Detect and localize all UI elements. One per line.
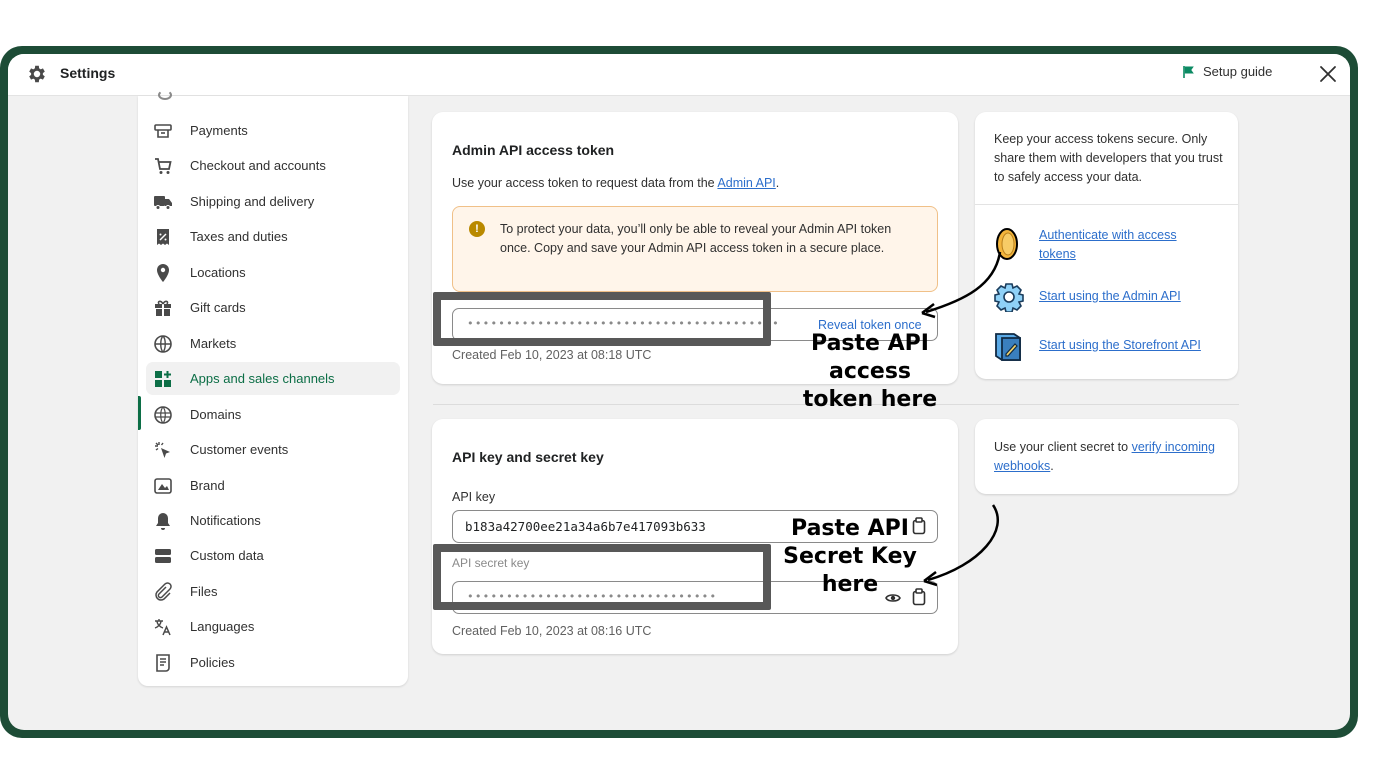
cursor-click-icon [152,439,174,461]
secret-annotation: Paste API Secret Key here [783,516,917,597]
paperclip-icon [152,581,174,603]
truck-icon [152,191,174,213]
globe-icon [152,333,174,355]
cart-icon [152,155,174,177]
brand-icon [152,475,174,497]
token-annotation: Paste API access token here [802,331,938,412]
token-created-text: Created Feb 10, 2023 at 08:18 UTC [452,348,652,362]
sidebar-item-label: Gift cards [190,300,246,315]
close-icon[interactable] [1316,62,1340,86]
custom-data-icon [152,545,174,567]
sidebar-item-gift-cards[interactable]: Gift cards [146,291,400,324]
secret-help-card: Use your client secret to verify incomin… [975,419,1238,494]
sidebar-item-label: Checkout and accounts [190,158,326,173]
policy-icon [152,652,174,674]
sidebar-item-label: Markets [190,336,237,351]
token-warning-banner: ! To protect your data, you’ll only be a… [452,206,938,292]
sidebar-item-label: Customer events [190,442,289,457]
admin-token-description: Use your access token to request data fr… [452,176,780,190]
sidebar-item-locations[interactable]: Locations [146,256,400,289]
admin-api-link[interactable]: Admin API [717,176,775,190]
sidebar-item-languages[interactable]: Languages [146,610,400,643]
secret-created-text: Created Feb 10, 2023 at 08:16 UTC [452,624,652,638]
receipt-icon [152,226,174,248]
sidebar-item-shipping[interactable]: Shipping and delivery [146,185,400,218]
apps-icon [152,368,174,390]
sidebar-item-markets[interactable]: Markets [146,327,400,360]
api-key-value: b183a42700ee21a34a6b7e417093b633 [465,519,706,534]
flag-icon [1183,65,1194,78]
api-key-label: API key [452,490,496,504]
sidebar-item-label: Apps and sales channels [190,371,335,386]
location-pin-icon [152,262,174,284]
authenticate-link[interactable]: Authenticate with access tokens [1039,226,1209,264]
gear-cog-icon [994,283,1024,312]
translate-icon [152,616,174,638]
screenshot-frame: Settings Setup guide Payments Checkout a… [0,46,1358,738]
sidebar-item-policies[interactable]: Policies [146,646,400,679]
sidebar-item-custom-data[interactable]: Custom data [146,539,400,572]
storefront-book-icon [995,333,1021,361]
admin-token-title: Admin API access token [452,142,615,158]
token-tips-card: Keep your access tokens secure. Only sha… [975,112,1238,379]
sidebar-item-label: Notifications [190,513,261,528]
settings-title: Settings [60,65,116,81]
sidebar-item-taxes[interactable]: Taxes and duties [146,220,400,253]
sidebar-item-label: Payments [190,123,248,138]
warning-text: To protect your data, you’ll only be abl… [500,222,892,255]
sidebar-item-label: Domains [190,407,242,422]
sidebar-item-label: Custom data [190,548,264,563]
sidebar-item-label: Taxes and duties [190,229,288,244]
admin-api-guide-link[interactable]: Start using the Admin API [1039,287,1181,306]
storefront-api-link[interactable]: Start using the Storefront API [1039,336,1201,355]
sidebar-item-apps[interactable]: Apps and sales channels [146,362,400,395]
secret-help-text: Use your client secret to verify incomin… [994,440,1215,473]
api-keys-title: API key and secret key [452,449,604,465]
payments-icon [152,120,174,142]
partial-icon [158,90,172,100]
coin-icon [996,228,1018,260]
sidebar-item-payments[interactable]: Payments [146,114,400,147]
sidebar-item-domains[interactable]: Domains [146,398,400,431]
sidebar-item-files[interactable]: Files [146,575,400,608]
setup-guide-label: Setup guide [1203,64,1273,79]
domains-icon [152,404,174,426]
sidebar-item-label: Languages [190,619,255,634]
active-indicator [138,396,141,430]
sidebar-item-label: Files [190,584,218,599]
sidebar-item-brand[interactable]: Brand [146,469,400,502]
sidebar-item-label: Shipping and delivery [190,194,315,209]
secret-highlight-box [433,544,771,610]
bell-icon [152,510,174,532]
warning-icon: ! [469,221,485,237]
gear-icon [29,65,45,83]
settings-sidebar: Payments Checkout and accounts Shipping … [138,90,408,686]
sidebar-item-customer-events[interactable]: Customer events [146,433,400,466]
sidebar-item-label: Brand [190,478,225,493]
sidebar-item-label: Locations [190,265,246,280]
gift-icon [152,297,174,319]
tips-divider [975,204,1238,205]
sidebar-item-label: Policies [190,655,235,670]
settings-topbar: Settings Setup guide [8,54,1350,96]
setup-guide-button[interactable]: Setup guide [1182,64,1272,79]
token-highlight-box [433,292,771,346]
settings-window: Settings Setup guide Payments Checkout a… [8,54,1350,730]
sidebar-item-notifications[interactable]: Notifications [146,504,400,537]
tips-text: Keep your access tokens secure. Only sha… [994,132,1223,184]
sidebar-item-checkout[interactable]: Checkout and accounts [146,149,400,182]
